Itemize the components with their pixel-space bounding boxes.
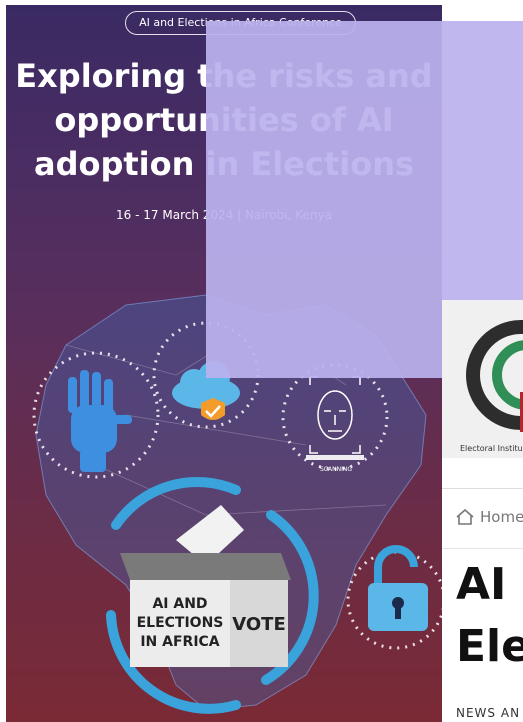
scanning-label: SCANNING: [320, 466, 352, 473]
box-vote: VOTE: [232, 614, 286, 635]
box-line-2: ELECTIONS: [137, 615, 224, 631]
padlock-icon: [368, 545, 428, 631]
website-panel: Electoral Institu Home AI a Ele NEWS AN: [442, 300, 523, 722]
logo-band: Electoral Institu: [442, 300, 523, 458]
section-label[interactable]: NEWS AN: [456, 706, 520, 720]
article-headline-line-1: AI a: [456, 559, 523, 610]
article-headline-line-2: Ele: [456, 621, 523, 672]
box-line-3: IN AFRICA: [140, 634, 219, 650]
logo-caption: Electoral Institu: [460, 444, 523, 453]
home-icon: [456, 509, 474, 525]
breadcrumb-home-link[interactable]: Home: [456, 508, 523, 526]
scan-bar-icon: [306, 455, 364, 460]
divider: [442, 548, 523, 549]
divider: [442, 488, 523, 489]
home-label: Home: [480, 508, 523, 526]
box-line-1: AI AND: [152, 596, 207, 612]
